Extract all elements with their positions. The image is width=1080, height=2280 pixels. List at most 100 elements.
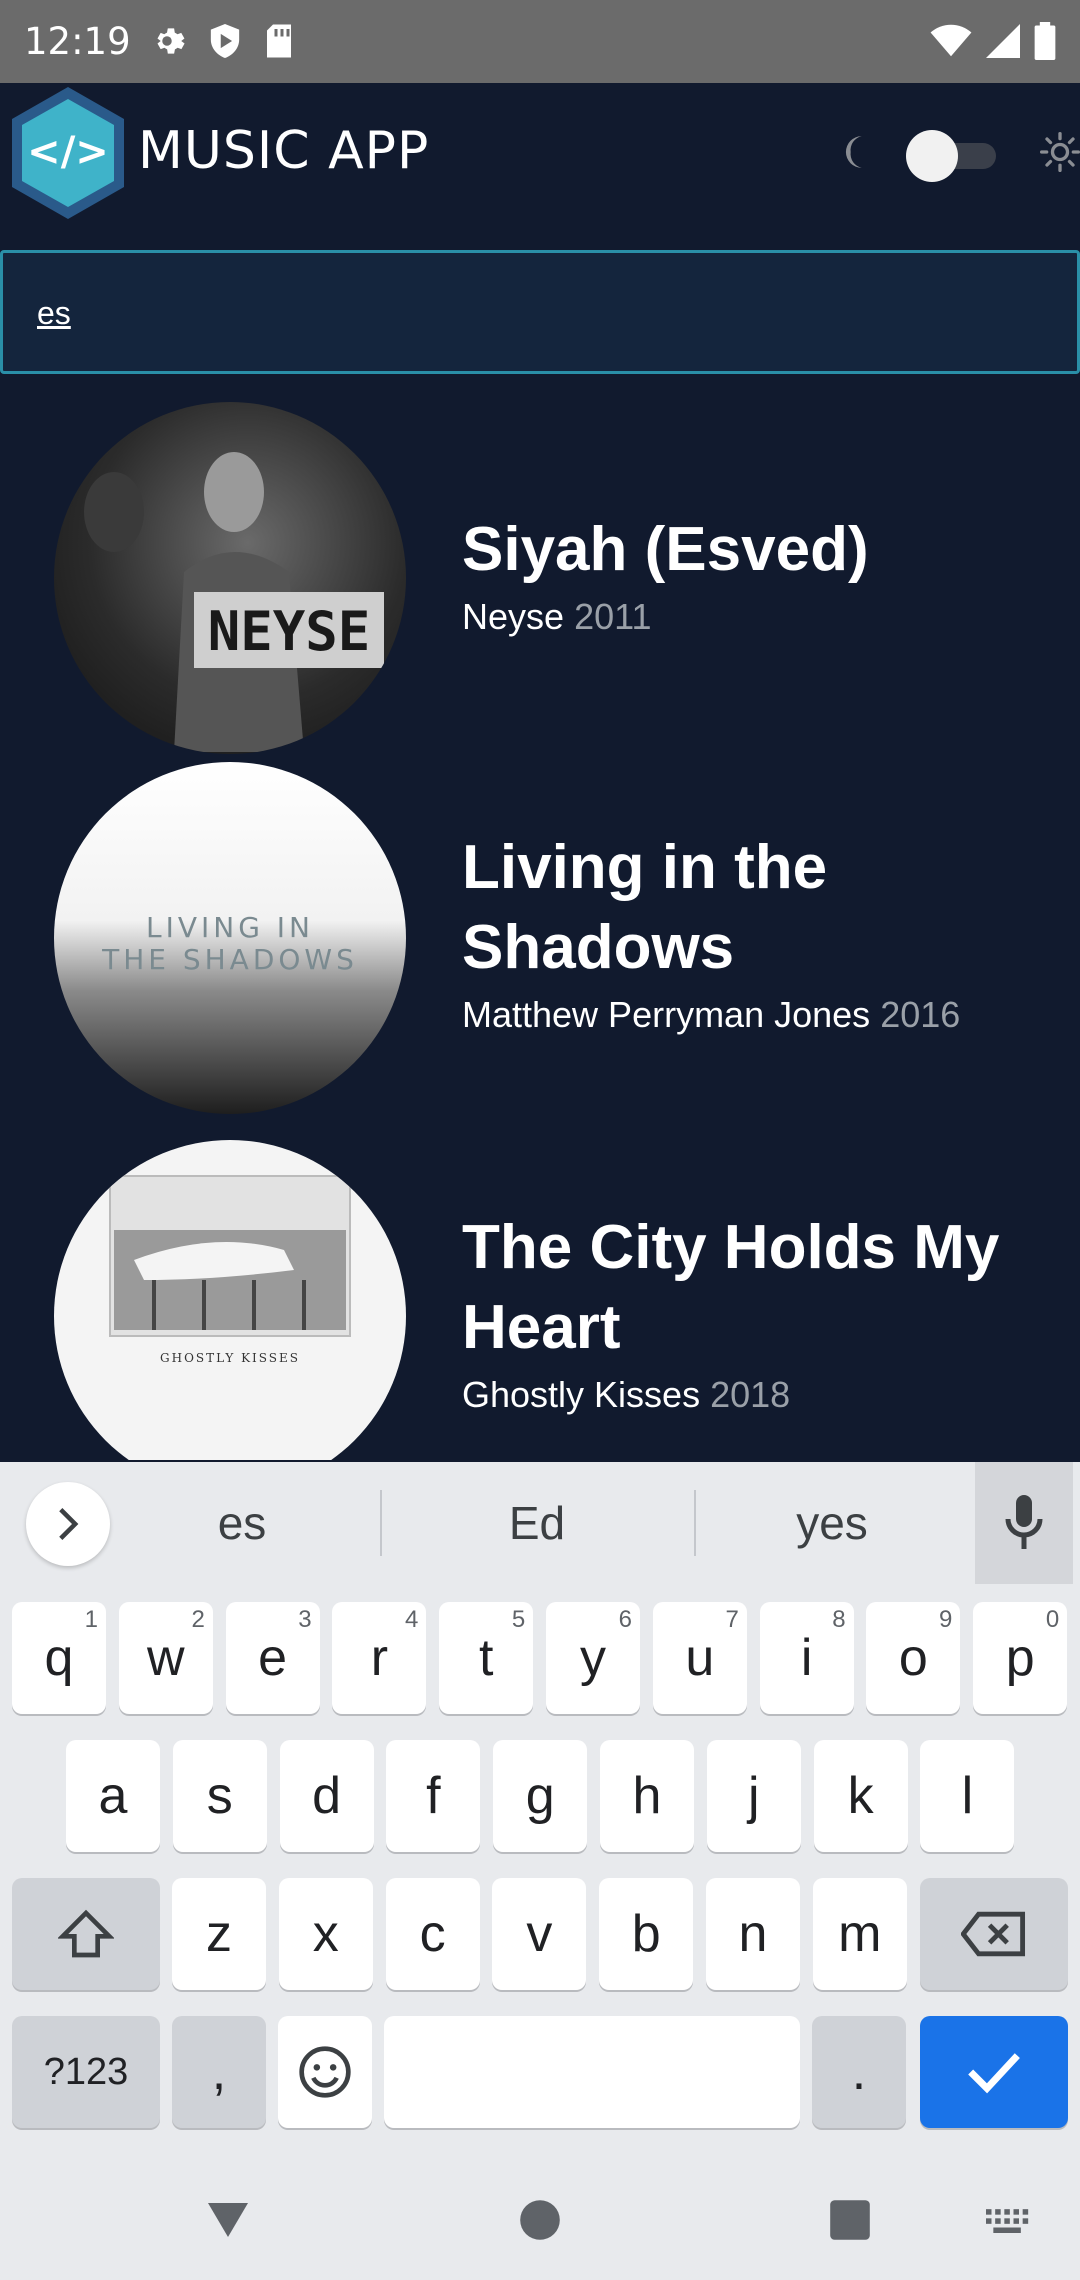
check-icon bbox=[968, 2053, 1020, 2094]
wifi-icon bbox=[930, 24, 972, 57]
key-o[interactable]: o9 bbox=[866, 1602, 961, 1714]
theme-toggle[interactable] bbox=[902, 125, 1002, 185]
key-n[interactable]: n bbox=[706, 1878, 800, 1990]
key-label: b bbox=[631, 1905, 661, 1963]
svg-text:LIVING IN: LIVING IN bbox=[146, 911, 314, 944]
key-k[interactable]: k bbox=[813, 1740, 908, 1852]
key-g[interactable]: g bbox=[493, 1740, 588, 1852]
key-f[interactable]: f bbox=[386, 1740, 481, 1852]
search-input[interactable]: es bbox=[0, 250, 1080, 374]
key-label: v bbox=[526, 1905, 553, 1963]
emoji-icon bbox=[299, 2046, 351, 2098]
key-b[interactable]: b bbox=[599, 1878, 694, 1990]
space-key[interactable] bbox=[384, 2016, 800, 2128]
suggestion-divider bbox=[380, 1490, 382, 1556]
key-l[interactable]: l bbox=[920, 1740, 1015, 1852]
release-year: 2016 bbox=[880, 994, 961, 1035]
key-t[interactable]: t5 bbox=[439, 1602, 534, 1714]
key-j[interactable]: j bbox=[706, 1740, 801, 1852]
key-z[interactable]: z bbox=[172, 1878, 266, 1990]
key-u[interactable]: u7 bbox=[652, 1602, 747, 1714]
key-label: e bbox=[258, 1629, 288, 1687]
key-label: c bbox=[419, 1905, 446, 1963]
app-bar: </> MUSIC APP bbox=[0, 83, 1080, 248]
key-d[interactable]: d bbox=[279, 1740, 374, 1852]
key-p[interactable]: p0 bbox=[973, 1602, 1068, 1714]
key-a[interactable]: a bbox=[66, 1740, 160, 1852]
key-label: y bbox=[580, 1629, 606, 1687]
key-label: n bbox=[738, 1905, 768, 1963]
emoji-key[interactable] bbox=[278, 2016, 372, 2128]
song-title: The City Holds My Heart bbox=[462, 1213, 1000, 1362]
key-q[interactable]: q1 bbox=[12, 1602, 106, 1714]
status-time: 12:19 bbox=[24, 20, 131, 63]
sun-icon bbox=[1040, 132, 1080, 172]
key-x[interactable]: x bbox=[278, 1878, 373, 1990]
song-title: Living in the Shadows bbox=[462, 833, 828, 982]
home-icon[interactable] bbox=[518, 2198, 562, 2242]
release-year: 2018 bbox=[710, 1374, 791, 1415]
suggestion-3[interactable]: yes bbox=[702, 1496, 962, 1550]
key-hint: 2 bbox=[191, 1606, 205, 1633]
list-item[interactable]: NEYSE Siyah (Esved) Neyse 2011 bbox=[0, 380, 1080, 760]
suggestion-1[interactable]: es bbox=[112, 1496, 372, 1550]
signal-icon bbox=[986, 24, 1020, 58]
key-h[interactable]: h bbox=[600, 1740, 694, 1852]
key-label: m bbox=[838, 1905, 882, 1963]
key-label: h bbox=[632, 1767, 662, 1825]
key-label: z bbox=[206, 1905, 232, 1963]
status-icons-right bbox=[930, 22, 1056, 60]
comma-key[interactable]: , bbox=[172, 2016, 266, 2128]
key-y[interactable]: y6 bbox=[546, 1602, 640, 1714]
back-icon[interactable] bbox=[204, 2198, 252, 2240]
enter-key[interactable] bbox=[920, 2016, 1068, 2128]
key-v[interactable]: v bbox=[492, 1878, 587, 1990]
key-hint: 1 bbox=[84, 1606, 98, 1633]
mic-button[interactable] bbox=[975, 1462, 1073, 1584]
album-cover: LIVING IN THE SHADOWS bbox=[54, 762, 406, 1114]
suggestion-expand-button[interactable] bbox=[26, 1482, 110, 1566]
artist-name: Neyse bbox=[462, 596, 565, 637]
key-hint: 3 bbox=[298, 1606, 312, 1633]
period-key[interactable]: . bbox=[812, 2016, 906, 2128]
moon-icon bbox=[845, 136, 862, 168]
key-label: a bbox=[98, 1767, 128, 1825]
key-hint: 0 bbox=[1045, 1606, 1060, 1633]
backspace-key[interactable] bbox=[920, 1878, 1068, 1990]
key-label: r bbox=[370, 1629, 389, 1687]
battery-icon bbox=[1034, 22, 1056, 60]
sd-card-icon bbox=[267, 24, 291, 58]
suggestion-divider bbox=[694, 1490, 696, 1556]
key-s[interactable]: s bbox=[172, 1740, 267, 1852]
key-label: f bbox=[426, 1767, 441, 1825]
symbols-key[interactable]: ?123 bbox=[12, 2016, 160, 2128]
key-hint: 4 bbox=[405, 1606, 419, 1633]
suggestion-2[interactable]: Ed bbox=[407, 1496, 667, 1550]
key-label: k bbox=[847, 1767, 874, 1825]
key-label: p bbox=[1005, 1629, 1035, 1687]
result-info: The City Holds My Heart Ghostly Kisses 2… bbox=[462, 1208, 1050, 1416]
status-bar: 12:19 bbox=[0, 0, 1080, 83]
key-label: l bbox=[961, 1767, 974, 1825]
keyboard-switch-icon[interactable] bbox=[986, 2208, 1030, 2236]
key-i[interactable]: i8 bbox=[759, 1602, 854, 1714]
results-list: NEYSE Siyah (Esved) Neyse 2011 LIVING IN… bbox=[0, 380, 1080, 1460]
album-cover: NEYSE bbox=[54, 402, 406, 754]
shift-key[interactable] bbox=[12, 1878, 160, 1990]
artist-name: Ghostly Kisses bbox=[462, 1374, 701, 1415]
key-w[interactable]: w2 bbox=[118, 1602, 213, 1714]
key-label: s bbox=[206, 1767, 233, 1825]
key-e[interactable]: e3 bbox=[225, 1602, 320, 1714]
recents-icon[interactable] bbox=[828, 2198, 872, 2242]
list-item[interactable]: LIVING IN THE SHADOWS Living in the Shad… bbox=[0, 760, 1080, 1140]
app-title: MUSIC APP bbox=[138, 121, 430, 181]
key-hint: 7 bbox=[725, 1606, 739, 1633]
key-c[interactable]: c bbox=[385, 1878, 480, 1990]
cover-text: NEYSE bbox=[208, 600, 371, 663]
list-item[interactable]: GHOSTLY KISSES The City Holds My Heart G… bbox=[0, 1140, 1080, 1460]
key-label: g bbox=[525, 1767, 555, 1825]
key-r[interactable]: r4 bbox=[332, 1602, 427, 1714]
key-m[interactable]: m bbox=[812, 1878, 907, 1990]
key-label: q bbox=[44, 1629, 74, 1687]
key-label: j bbox=[748, 1767, 760, 1825]
